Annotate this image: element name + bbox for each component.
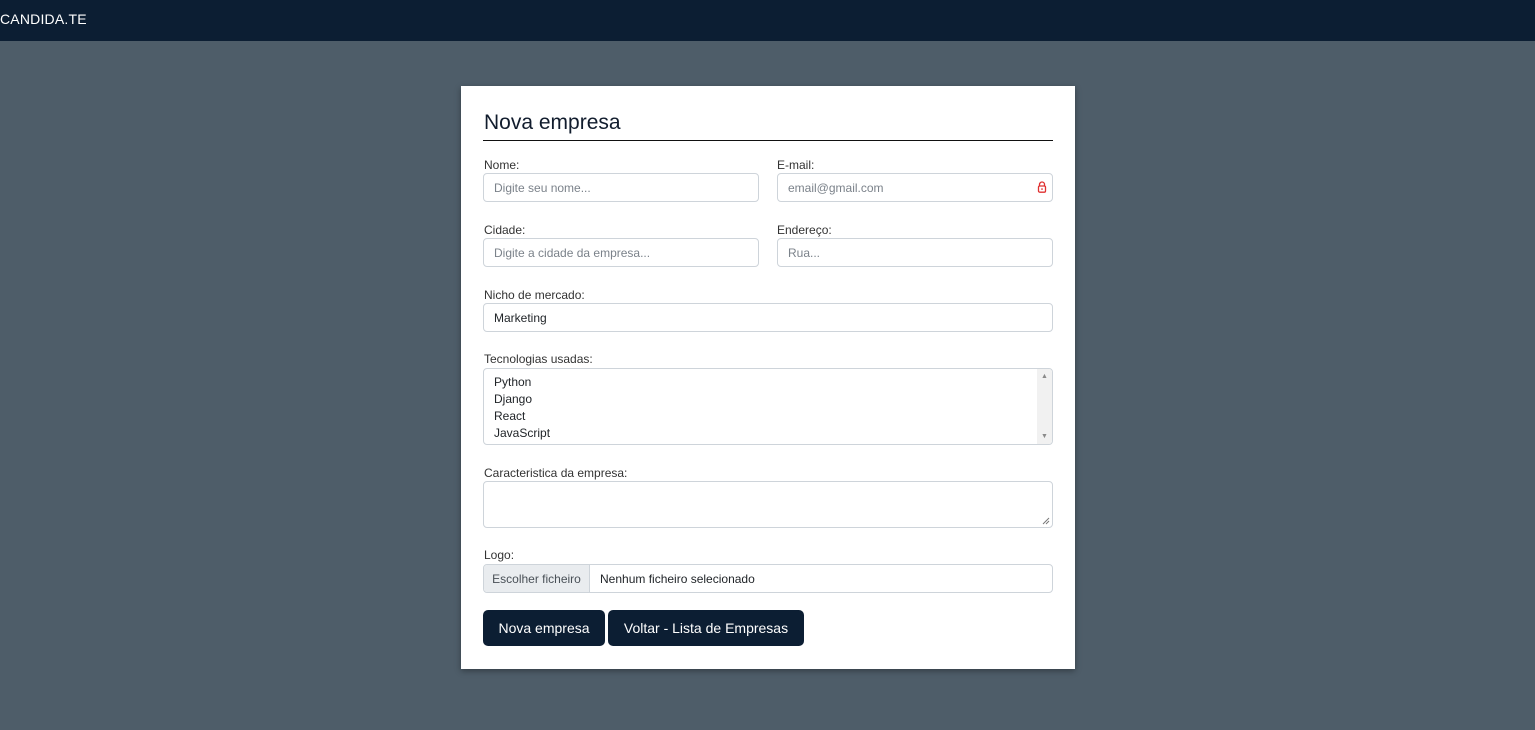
nicho-label: Nicho de mercado:	[484, 288, 585, 302]
option-django[interactable]: Django	[494, 392, 532, 406]
select-scrollbar[interactable]: ▲ ▼	[1037, 369, 1052, 444]
email-label: E-mail:	[777, 158, 815, 172]
option-react[interactable]: React	[494, 409, 525, 423]
choose-file-button[interactable]: Escolher ficheiro	[484, 565, 590, 592]
email-input[interactable]: email@gmail.com	[777, 173, 1053, 202]
cidade-label: Cidade:	[484, 223, 526, 237]
top-navbar: CANDIDA.TE	[0, 0, 1535, 41]
option-javascript[interactable]: JavaScript	[494, 426, 550, 440]
form-title: Nova empresa	[484, 111, 621, 134]
scroll-down-icon[interactable]: ▼	[1041, 433, 1048, 440]
nome-label: Nome:	[484, 158, 520, 172]
brand-logo[interactable]: CANDIDA.TE	[0, 11, 87, 27]
file-status-text: Nenhum ficheiro selecionado	[600, 572, 755, 586]
submit-button[interactable]: Nova empresa	[483, 610, 605, 646]
back-to-list-button[interactable]: Voltar - Lista de Empresas	[608, 610, 804, 646]
scroll-up-icon[interactable]: ▲	[1041, 373, 1048, 380]
cidade-input[interactable]: Digite a cidade da empresa...	[483, 238, 759, 267]
option-python[interactable]: Python	[494, 375, 531, 389]
tecnologias-multiselect[interactable]: Python Django React JavaScript ▲ ▼	[483, 368, 1053, 445]
resize-grip-icon[interactable]	[1042, 517, 1050, 525]
caracteristica-textarea[interactable]	[483, 481, 1053, 528]
endereco-label: Endereço:	[777, 223, 832, 237]
logo-label: Logo:	[484, 548, 515, 562]
caracteristica-label: Caracteristica da empresa:	[484, 466, 628, 480]
email-placeholder: email@gmail.com	[788, 180, 884, 195]
lock-icon[interactable]	[1037, 181, 1047, 193]
tecnologias-label: Tecnologias usadas:	[484, 352, 593, 366]
nicho-select[interactable]: Marketing	[483, 303, 1053, 332]
endereco-input[interactable]: Rua...	[777, 238, 1053, 267]
nome-input[interactable]: Digite seu nome...	[483, 173, 759, 202]
logo-file-input[interactable]: Escolher ficheiro Nenhum ficheiro seleci…	[483, 564, 1053, 593]
company-form-card: Nova empresa Nome: Digite seu nome... E-…	[461, 86, 1075, 669]
title-divider	[483, 140, 1053, 141]
